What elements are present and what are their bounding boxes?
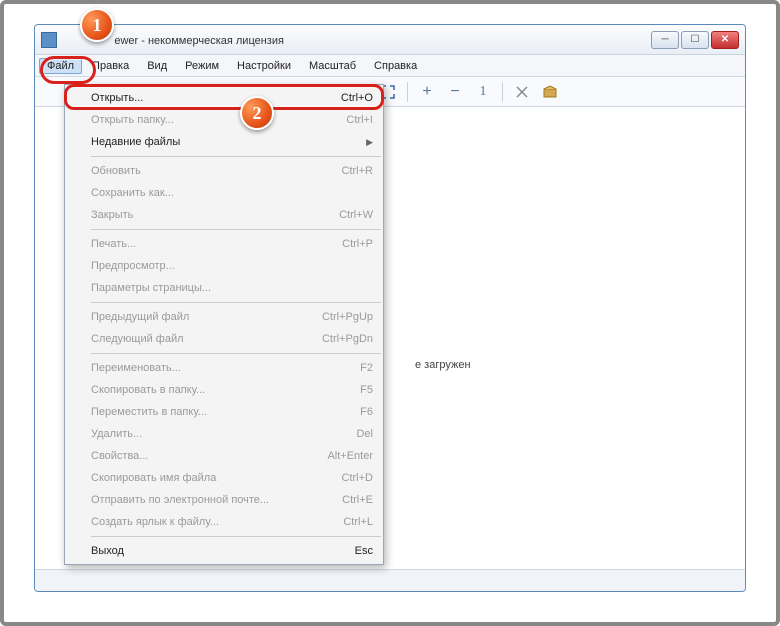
zoom-out-icon[interactable]: − [444, 81, 466, 103]
menu-shortcut: Ctrl+R [342, 165, 373, 177]
menu-item-label: Отправить по электронной почте... [91, 494, 269, 506]
menu-item-отправить-по-электронной-почте: Отправить по электронной почте... Ctrl+E [65, 489, 383, 511]
menu-separator [91, 156, 381, 157]
menu-shortcut: Alt+Enter [327, 450, 373, 462]
menu-item-создать-ярлык-к-файлу: Создать ярлык к файлу... Ctrl+L [65, 511, 383, 533]
menu-item-предпросмотр: Предпросмотр... [65, 255, 383, 277]
menu-item-label: Следующий файл [91, 333, 184, 345]
menu-separator [91, 229, 381, 230]
menu-shortcut: F5 [360, 384, 373, 396]
menu-item-label: Сохранить как... [91, 187, 174, 199]
menu-item-label: Открыть папку... [91, 114, 174, 126]
menu-shortcut: Esc [355, 545, 373, 557]
close-button[interactable]: ✕ [711, 31, 739, 49]
menu-separator [91, 353, 381, 354]
menu-item-следующий-файл: Следующий файл Ctrl+PgDn [65, 328, 383, 350]
menu-shortcut: F6 [360, 406, 373, 418]
window-controls: ─ ☐ ✕ [651, 31, 739, 49]
menu-shortcut: Ctrl+PgDn [322, 333, 373, 345]
menu-file[interactable]: Файл [39, 58, 82, 74]
menu-shortcut: Del [356, 428, 373, 440]
menu-item-label: Параметры страницы... [91, 282, 211, 294]
menu-separator [91, 302, 381, 303]
maximize-button[interactable]: ☐ [681, 31, 709, 49]
menu-shortcut: Ctrl+PgUp [322, 311, 373, 323]
menu-shortcut: Ctrl+I [346, 114, 373, 126]
menu-item-выход[interactable]: Выход Esc [65, 540, 383, 562]
menu-item-label: Скопировать имя файла [91, 472, 216, 484]
menu-item-свойства: Свойства... Alt+Enter [65, 445, 383, 467]
menu-shortcut: F2 [360, 362, 373, 374]
menu-item-label: Недавние файлы [91, 136, 180, 148]
menubar: Файл Правка Вид Режим Настройки Масштаб … [35, 55, 745, 77]
menu-item-label: Предпросмотр... [91, 260, 175, 272]
annotation-badge-1: 1 [80, 8, 114, 42]
menu-separator [91, 536, 381, 537]
package-icon[interactable] [539, 81, 561, 103]
outer-frame: XXXXXXXewer - некоммерческая лицензия ─ … [0, 0, 780, 626]
menu-view[interactable]: Вид [139, 58, 175, 74]
annotation-badge-2: 2 [240, 96, 274, 130]
menu-item-параметры-страницы: Параметры страницы... [65, 277, 383, 299]
menu-item-label: Закрыть [91, 209, 133, 221]
menu-item-label: Свойства... [91, 450, 148, 462]
menu-item-label: Выход [91, 545, 124, 557]
minimize-button[interactable]: ─ [651, 31, 679, 49]
menu-item-label: Скопировать в папку... [91, 384, 205, 396]
statusbar [35, 569, 745, 591]
menu-shortcut: Ctrl+O [341, 92, 373, 104]
menu-zoom[interactable]: Масштаб [301, 58, 364, 74]
toolbar-separator [502, 82, 503, 102]
app-icon [41, 32, 57, 48]
menu-item-label: Переместить в папку... [91, 406, 207, 418]
titlebar: XXXXXXXewer - некоммерческая лицензия ─ … [35, 25, 745, 55]
menu-item-закрыть: Закрыть Ctrl+W [65, 204, 383, 226]
submenu-arrow-icon: ▶ [366, 137, 373, 148]
menu-settings[interactable]: Настройки [229, 58, 299, 74]
menu-item-недавние-файлы[interactable]: Недавние файлы ▶ [65, 131, 383, 153]
toolbar-separator [407, 82, 408, 102]
menu-item-сохранить-как: Сохранить как... [65, 182, 383, 204]
menu-item-открыть-папку: Открыть папку... Ctrl+I [65, 109, 383, 131]
file-menu-dropdown: Открыть... Ctrl+O Открыть папку... Ctrl+I Не… [64, 84, 384, 565]
menu-shortcut: Ctrl+L [343, 516, 373, 528]
menu-item-скопировать-в-папку: Скопировать в папку... F5 [65, 379, 383, 401]
menu-item-label: Переименовать... [91, 362, 181, 374]
menu-item-открыть[interactable]: Открыть... Ctrl+O [65, 87, 383, 109]
menu-item-удалить: Удалить... Del [65, 423, 383, 445]
menu-item-печать: Печать... Ctrl+P [65, 233, 383, 255]
window-title: XXXXXXXewer - некоммерческая лицензия [63, 33, 651, 47]
menu-mode[interactable]: Режим [177, 58, 227, 74]
tools-icon[interactable] [511, 81, 533, 103]
menu-shortcut: Ctrl+P [342, 238, 373, 250]
actual-size-icon[interactable]: 1 [472, 81, 494, 103]
zoom-in-icon[interactable]: + [416, 81, 438, 103]
menu-item-скопировать-имя-файла: Скопировать имя файла Ctrl+D [65, 467, 383, 489]
no-file-message: е загружен [415, 359, 471, 371]
menu-item-label: Обновить [91, 165, 141, 177]
menu-item-label: Открыть... [91, 92, 143, 104]
menu-edit[interactable]: Правка [84, 58, 137, 74]
menu-help[interactable]: Справка [366, 58, 425, 74]
menu-item-предыдущий-файл: Предыдущий файл Ctrl+PgUp [65, 306, 383, 328]
menu-item-обновить: Обновить Ctrl+R [65, 160, 383, 182]
menu-item-переименовать: Переименовать... F2 [65, 357, 383, 379]
menu-shortcut: Ctrl+W [339, 209, 373, 221]
menu-item-label: Предыдущий файл [91, 311, 189, 323]
menu-item-label: Печать... [91, 238, 136, 250]
menu-item-label: Удалить... [91, 428, 142, 440]
menu-shortcut: Ctrl+E [342, 494, 373, 506]
menu-item-переместить-в-папку: Переместить в папку... F6 [65, 401, 383, 423]
menu-item-label: Создать ярлык к файлу... [91, 516, 219, 528]
menu-shortcut: Ctrl+D [342, 472, 373, 484]
